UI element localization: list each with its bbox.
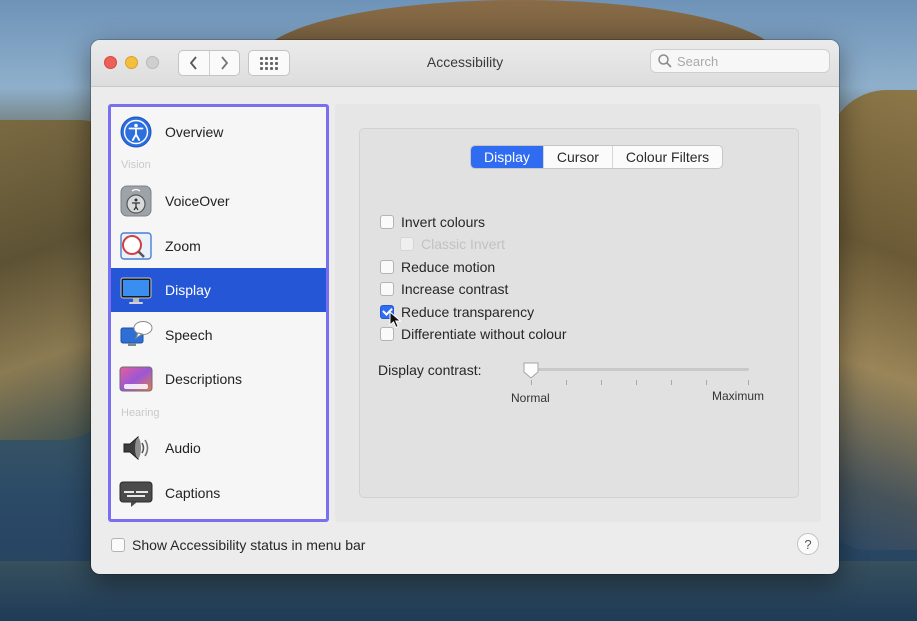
sidebar-item-descriptions[interactable]: Descriptions xyxy=(111,357,326,401)
captions-icon xyxy=(119,481,153,507)
slider-tick xyxy=(636,380,637,385)
checkbox-box[interactable] xyxy=(111,538,125,552)
display-contrast-slider-track[interactable] xyxy=(533,368,749,371)
checkbox-label: Reduce motion xyxy=(401,259,496,275)
sidebar-item-label: Display xyxy=(165,282,211,298)
section-header-vision: Vision xyxy=(121,159,151,171)
sidebar-item-label: Speech xyxy=(165,327,213,343)
slider-tick xyxy=(531,380,532,385)
checkbox-label: Classic Invert xyxy=(421,236,506,252)
tab-colour-filters[interactable]: Colour Filters xyxy=(611,146,722,168)
sidebar-item-captions[interactable]: Captions xyxy=(111,471,326,515)
checkbox-box xyxy=(400,237,414,251)
display-icon xyxy=(120,277,152,304)
sidebar-item-display[interactable]: Display xyxy=(111,268,326,312)
differentiate-without-colour-checkbox[interactable]: Differentiate without colour xyxy=(380,325,567,343)
search-icon xyxy=(658,54,672,68)
accessibility-window: Accessibility Overview Vision xyxy=(91,40,839,574)
increase-contrast-checkbox[interactable]: Increase contrast xyxy=(380,280,508,298)
slider-max-label: Maximum xyxy=(712,389,765,403)
slider-tick xyxy=(706,380,707,385)
title-bar: Accessibility xyxy=(91,40,839,87)
slider-knob-icon[interactable] xyxy=(523,362,539,379)
sidebar-item-label: Overview xyxy=(165,124,224,140)
reduce-transparency-checkbox[interactable]: Reduce transparency xyxy=(380,303,534,321)
slider-min-label: Normal xyxy=(511,391,550,405)
descriptions-icon xyxy=(119,366,153,392)
help-button[interactable]: ? xyxy=(797,533,819,555)
checkbox-label: Reduce transparency xyxy=(401,304,535,320)
search-field[interactable] xyxy=(650,49,830,73)
voiceover-icon xyxy=(120,185,152,217)
checkbox-box[interactable] xyxy=(380,260,394,274)
checkbox-label: Show Accessibility status in menu bar xyxy=(132,537,366,553)
checkbox-label: Increase contrast xyxy=(401,281,509,297)
speaker-icon xyxy=(123,435,149,461)
sidebar-item-zoom[interactable]: Zoom xyxy=(111,224,326,268)
sidebar-item-voiceover[interactable]: VoiceOver xyxy=(111,179,326,223)
tab-bar: Display Cursor Colour Filters xyxy=(470,145,724,169)
speech-icon xyxy=(120,321,153,346)
search-input[interactable] xyxy=(677,53,817,69)
tab-display[interactable]: Display xyxy=(471,146,543,168)
reduce-motion-checkbox[interactable]: Reduce motion xyxy=(380,258,495,276)
zoom-icon xyxy=(120,232,152,260)
sidebar: Overview Vision VoiceOver Zoom Display S… xyxy=(108,104,329,522)
classic-invert-checkbox: Classic Invert xyxy=(400,235,505,253)
sidebar-item-label: Audio xyxy=(165,440,201,456)
checkbox-box[interactable] xyxy=(380,327,394,341)
section-header-hearing: Hearing xyxy=(121,407,160,419)
slider-tick xyxy=(566,380,567,385)
accessibility-icon xyxy=(120,116,152,148)
show-status-menu-bar-checkbox[interactable]: Show Accessibility status in menu bar xyxy=(111,537,365,553)
tab-cursor[interactable]: Cursor xyxy=(542,146,612,168)
checkbox-box[interactable] xyxy=(380,282,394,296)
desktop-wallpaper-rock-right xyxy=(827,90,917,550)
sidebar-item-label: Zoom xyxy=(165,238,201,254)
sidebar-item-label: Captions xyxy=(165,485,221,501)
sidebar-item-label: Descriptions xyxy=(165,371,243,387)
sidebar-item-overview[interactable]: Overview xyxy=(111,110,326,154)
sidebar-item-audio[interactable]: Audio xyxy=(111,426,326,470)
slider-tick xyxy=(748,380,749,385)
sidebar-item-label: VoiceOver xyxy=(165,193,230,209)
checkbox-box[interactable] xyxy=(380,215,394,229)
slider-tick xyxy=(601,380,602,385)
display-settings-pane: Display Cursor Colour Filters Invert col… xyxy=(335,104,821,522)
checkbox-label: Invert colours xyxy=(401,214,486,230)
display-contrast-label: Display contrast: xyxy=(378,362,482,378)
sidebar-item-speech[interactable]: Speech xyxy=(111,313,326,357)
mouse-pointer-icon xyxy=(389,311,402,329)
slider-tick xyxy=(671,380,672,385)
checkbox-label: Differentiate without colour xyxy=(401,326,567,342)
invert-colours-checkbox[interactable]: Invert colours xyxy=(380,213,485,231)
